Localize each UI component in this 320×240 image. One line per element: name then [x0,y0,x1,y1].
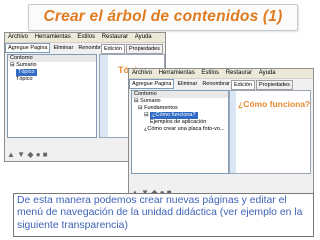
editor-pane: ¿Cómo funciona? [229,90,311,174]
slide-title: Crear el árbol de contenidos (1) [43,8,283,25]
pane-sidebar [230,91,236,173]
tree-item-sumario[interactable]: ⊟ Sumario [8,62,96,69]
menu-bar: Archivo Herramientas Estilos Restaurar A… [5,33,165,43]
tree-item-topico-2[interactable]: Tópico [8,76,96,83]
menu-restaurar[interactable]: Restaurar [226,69,252,78]
app-window-2: Archivo Herramientas Estilos Restaurar A… [128,68,314,200]
pane-title: ¿Cómo funciona? [238,99,311,109]
menu-herramientas[interactable]: Herramientas [159,69,195,78]
menu-ayuda[interactable]: Ayuda [135,33,152,42]
tool-icon-3[interactable]: ◆ [27,150,33,159]
slide-title-box: Crear el árbol de contenidos (1) [28,4,298,31]
tree-item-fundamentos[interactable]: ⊟ Fundamentos [132,105,228,112]
add-page-button[interactable]: Agregue Pagina [129,79,175,89]
delete-button[interactable]: Eliminar [51,43,75,53]
tree-item-como-funciona[interactable]: ⊟ ¿Cómo funciona? [132,112,228,119]
menu-archivo[interactable]: Archivo [132,69,152,78]
tab-propiedades[interactable]: Propiedades [256,80,293,90]
tree-item-como-crear[interactable]: ¿Cómo crear una placa foto-vo... [132,126,228,133]
tab-edicion[interactable]: Edición [231,80,256,90]
caption-text: De esta manera podemos crear nuevas pági… [17,195,303,231]
tree-item-topico-1[interactable]: Tópico [8,69,96,76]
rename-button[interactable]: Renombrar [200,79,232,89]
menu-estilos[interactable]: Estilos [201,69,219,78]
outline-toolbar: Agregue Pagina Eliminar Renombrar [5,43,106,53]
tool-icon-4[interactable]: ● [36,150,41,159]
outline-toolbar: Agregue Pagina Eliminar Renombrar [129,79,230,89]
menu-bar: Archivo Herramientas Estilos Restaurar A… [129,69,313,79]
menu-ayuda[interactable]: Ayuda [259,69,276,78]
outline-tree: Contorno ⊟ Sumario Tópico Tópico [7,54,97,138]
pane-sidebar [100,55,108,137]
menu-archivo[interactable]: Archivo [8,33,28,42]
tab-edicion[interactable]: Edición [101,44,126,54]
bottom-toolbar-icons: ▲ ▼ ◆ ● ■ [7,150,48,159]
menu-herramientas[interactable]: Herramientas [35,33,71,42]
tab-propiedades[interactable]: Propiedades [126,44,163,54]
right-tabs: Edición Propiedades [101,44,164,54]
caption-box: De esta manera podemos crear nuevas pági… [13,193,314,237]
tree-header: Contorno [132,91,228,98]
outline-tree: Contorno ⊟ Sumario ⊟ Fundamentos ⊟ ¿Cómo… [131,90,229,174]
tool-icon-5[interactable]: ■ [43,150,48,159]
add-page-button[interactable]: Agregue Pagina [5,43,51,53]
tree-header: Contorno [8,55,96,62]
tool-icon-1[interactable]: ▲ [7,150,15,159]
menu-restaurar[interactable]: Restaurar [102,33,128,42]
menu-estilos[interactable]: Estilos [77,33,95,42]
delete-button[interactable]: Eliminar [175,79,199,89]
right-tabs: Edición Propiedades [231,80,294,90]
tool-icon-2[interactable]: ▼ [17,150,25,159]
tree-item-sumario[interactable]: ⊟ Sumario [132,98,228,105]
tree-item-ejemplos[interactable]: Ejemplos de aplicación [132,119,228,126]
